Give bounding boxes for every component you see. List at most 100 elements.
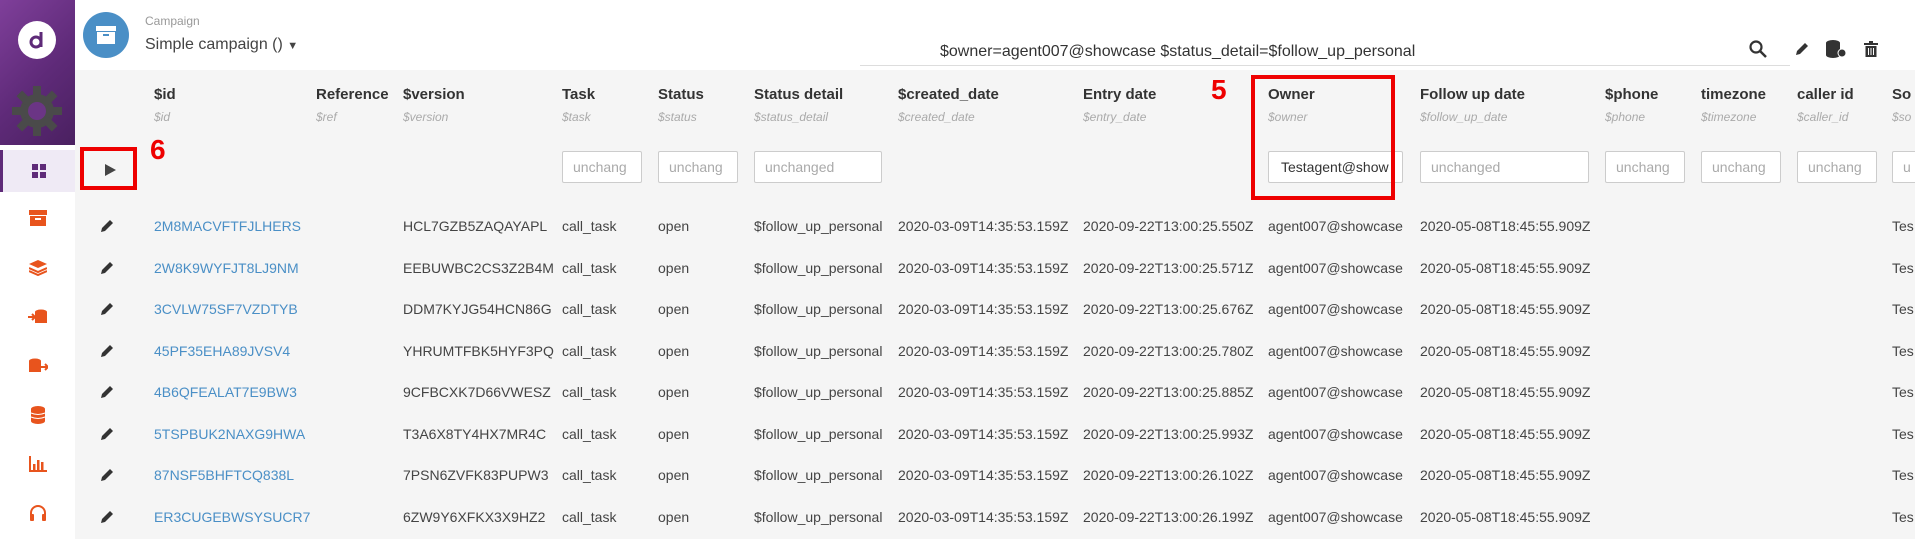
record-id-link[interactable]: 3CVLW75SF7VZDTYB: [154, 301, 298, 317]
follow-up-date-cell: 2020-05-08T18:45:55.909Z: [1420, 342, 1591, 359]
created-date-cell: 2020-03-09T14:35:53.159Z: [898, 508, 1069, 525]
sidebar-item-support[interactable]: [0, 492, 75, 534]
search-button[interactable]: [1745, 36, 1771, 62]
table-row: 5TSPBUK2NAXG9HWA T3A6X8TY4HX7MR4C call_tas…: [75, 414, 1915, 455]
task-cell: call_task: [562, 301, 617, 317]
delete-button[interactable]: [1858, 36, 1884, 62]
follow-up-date-cell: 2020-05-08T18:45:55.909Z: [1420, 467, 1591, 483]
owner-cell: agent007@showcase: [1268, 301, 1403, 317]
column-header[interactable]: Task: [562, 86, 595, 103]
filter-follow-up-date-input[interactable]: [1420, 151, 1589, 183]
filter-phone-input[interactable]: [1605, 151, 1685, 183]
record-id-link[interactable]: ER3CUGEBWSYSUCR7: [154, 509, 310, 525]
status-detail-cell: $follow_up_personal: [754, 508, 883, 525]
source-cell: Tes: [1892, 508, 1914, 525]
edit-row-icon[interactable]: [99, 467, 117, 485]
source-cell: Tes: [1892, 259, 1914, 276]
column-header[interactable]: caller id: [1797, 86, 1854, 103]
task-cell: call_task: [562, 218, 617, 234]
version-cell: T3A6X8TY4HX7MR4C: [403, 425, 547, 442]
column-field-name: $task: [562, 110, 591, 124]
table-row: ER3CUGEBWSYSUCR7 6ZW9Y6XFKX3X9HZ2 call_tas…: [75, 497, 1915, 538]
column-field-name: $id: [154, 110, 171, 124]
sidebar-item-layers[interactable]: [0, 247, 75, 289]
column-header[interactable]: timezone: [1701, 86, 1766, 103]
edit-row-icon[interactable]: [99, 301, 117, 319]
table-row: 2W8K9WYFJT8LJ9NM EEBUWBC2CS3Z2B4M call_tas…: [75, 248, 1915, 289]
table-row: 3CVLW75SF7VZDTYB DDM7KYJG54HCN86G call_tas…: [75, 289, 1915, 330]
entry-date-cell: 2020-09-22T13:00:26.199Z: [1083, 508, 1254, 525]
record-id-link[interactable]: 2W8K9WYFJT8LJ9NM: [154, 260, 299, 276]
edit-button[interactable]: [1789, 36, 1815, 62]
entry-date-cell: 2020-09-22T13:00:25.571Z: [1083, 259, 1254, 276]
version-cell: 7PSN6ZVFK83PUPW3: [403, 467, 549, 483]
record-id-link[interactable]: 5TSPBUK2NAXG9HWA: [154, 426, 305, 442]
created-date-cell: 2020-03-09T14:35:53.159Z: [898, 384, 1069, 400]
column-header[interactable]: So: [1892, 86, 1911, 103]
column-header[interactable]: $phone: [1605, 86, 1658, 103]
source-cell: Tes: [1892, 384, 1914, 400]
status-detail-cell: $follow_up_personal: [754, 218, 883, 234]
filter-timezone-input[interactable]: [1701, 151, 1781, 183]
edit-row-icon[interactable]: [99, 384, 117, 402]
column-header[interactable]: Status detail: [754, 86, 843, 103]
edit-row-icon[interactable]: [99, 260, 117, 278]
query-input[interactable]: [860, 38, 1790, 66]
status-detail-cell: $follow_up_personal: [754, 301, 883, 317]
record-id-link[interactable]: 45PF35EHA89JVSV4: [154, 343, 290, 359]
follow-up-date-cell: 2020-05-08T18:45:55.909Z: [1420, 508, 1591, 525]
version-cell: DDM7KYJG54HCN86G: [403, 301, 552, 317]
edit-row-icon[interactable]: [99, 509, 117, 527]
pencil-icon: [1796, 43, 1808, 55]
column-header[interactable]: Reference: [316, 86, 389, 103]
table-row: 2M8MACVFTFJLHERS HCL7GZB5ZAQAYAPL call_tas…: [75, 206, 1915, 247]
sidebar-item-database[interactable]: [0, 394, 75, 436]
filter-caller-id-input[interactable]: [1797, 151, 1877, 183]
column-header[interactable]: Entry date: [1083, 86, 1156, 103]
column-header[interactable]: $created_date: [898, 86, 999, 103]
filter-task-input[interactable]: [562, 151, 642, 183]
database-icon: [30, 406, 45, 424]
sidebar-item-campaigns[interactable]: [0, 197, 75, 239]
sidebar-item-reports[interactable]: [0, 443, 75, 485]
column-header[interactable]: Follow up date: [1420, 86, 1525, 103]
filter-status-detail-input[interactable]: [754, 151, 882, 183]
entry-date-cell: 2020-09-22T13:00:25.993Z: [1083, 425, 1254, 442]
table-row: 87NSF5BHFTCQ838L 7PSN6ZVFK83PUPW3 call_tas…: [75, 455, 1915, 496]
column-header[interactable]: Status: [658, 86, 704, 103]
record-id-link[interactable]: 4B6QFEALAT7E9BW3: [154, 384, 297, 400]
headset-icon: [29, 505, 46, 521]
column-header[interactable]: $id: [154, 86, 176, 103]
database-settings-button[interactable]: [1823, 36, 1849, 62]
settings-gear-icon[interactable]: [10, 84, 64, 143]
version-cell: YHRUMTFBK5HYF3PQ: [403, 342, 554, 359]
sidebar-item-import[interactable]: [0, 296, 75, 338]
edit-row-icon[interactable]: [99, 218, 117, 236]
column-header[interactable]: $version: [403, 86, 465, 103]
sidebar-item-dashboard[interactable]: [0, 150, 75, 192]
status-cell: open: [658, 384, 690, 400]
filter-source-input[interactable]: [1892, 151, 1915, 183]
status-detail-cell: $follow_up_personal: [754, 259, 883, 276]
campaign-selector[interactable]: Simple campaign () ▼: [145, 36, 298, 54]
app-logo[interactable]: [18, 21, 56, 59]
record-id-link[interactable]: 2M8MACVFTFJLHERS: [154, 218, 301, 234]
database-import-icon: [27, 309, 47, 323]
status-detail-cell: $follow_up_personal: [754, 467, 883, 483]
status-detail-cell: $follow_up_personal: [754, 384, 883, 400]
owner-cell: agent007@showcase: [1268, 508, 1403, 525]
annotation-number: 5: [1211, 74, 1227, 105]
edit-row-icon[interactable]: [99, 343, 117, 361]
created-date-cell: 2020-03-09T14:35:53.159Z: [898, 218, 1069, 234]
campaign-icon[interactable]: [83, 12, 129, 58]
filter-status-input[interactable]: [658, 151, 738, 183]
edit-row-icon[interactable]: [99, 426, 117, 444]
entry-date-cell: 2020-09-22T13:00:25.780Z: [1083, 342, 1254, 359]
source-cell: Tes: [1892, 218, 1914, 234]
campaign-name: Simple campaign (): [145, 36, 283, 53]
task-cell: call_task: [562, 467, 617, 483]
record-id-link[interactable]: 87NSF5BHFTCQ838L: [154, 467, 294, 483]
sidebar-item-export[interactable]: [0, 345, 75, 387]
trash-icon: [1864, 41, 1878, 57]
database-gear-icon: [1826, 40, 1847, 58]
